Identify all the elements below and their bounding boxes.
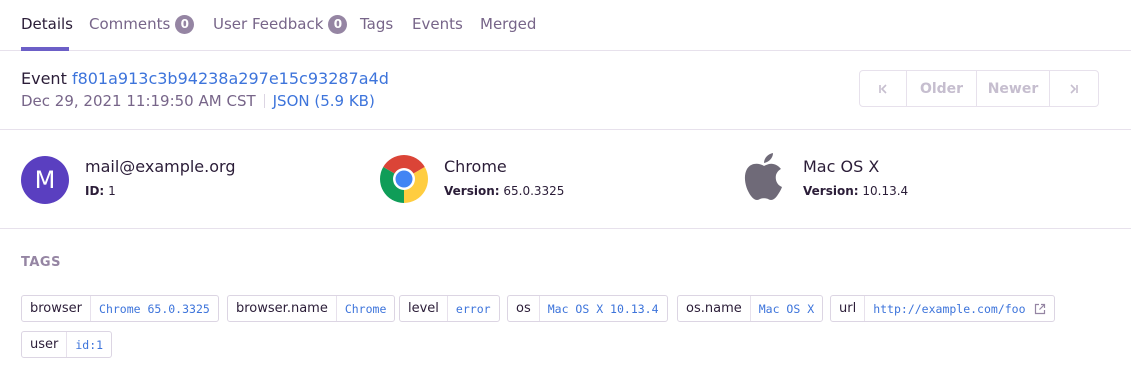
- user-id: ID: 1: [85, 184, 116, 198]
- tag-pill[interactable]: browser Chrome 65.0.3325: [21, 295, 219, 322]
- event-title: Event f801a913c3b94238a297e15c93287a4d: [21, 69, 389, 88]
- tab-label: Merged: [480, 15, 537, 33]
- tab-label: Tags: [360, 15, 394, 33]
- tag-value[interactable]: error: [446, 296, 499, 321]
- first-event-button[interactable]: [860, 71, 907, 106]
- tab-events[interactable]: Events: [412, 15, 463, 51]
- os-name: Mac OS X: [803, 157, 880, 176]
- external-link-icon-glyph: [1034, 303, 1045, 314]
- tag-key: level: [408, 301, 439, 316]
- tag-value[interactable]: Chrome 65.0.3325: [90, 296, 218, 321]
- apple-icon: [744, 153, 782, 200]
- tab-comments[interactable]: Comments 0: [89, 15, 195, 51]
- tag-key: browser: [30, 301, 83, 316]
- tag-value[interactable]: Mac OS X: [749, 296, 822, 321]
- last-page-icon: [1070, 83, 1078, 94]
- browser-name: Chrome: [444, 157, 507, 176]
- tag-pill[interactable]: user id:1: [21, 331, 113, 358]
- tab-merged[interactable]: Merged: [480, 15, 536, 51]
- section-divider: [0, 228, 1131, 229]
- tag-key: user: [30, 337, 59, 352]
- event-pager: Older Newer: [859, 70, 1099, 107]
- tags-heading: TAGS: [21, 255, 61, 270]
- user-id-label: ID:: [85, 184, 105, 198]
- os-version-value: 10.13.4: [862, 184, 909, 198]
- comments-count-badge: 0: [175, 15, 195, 34]
- event-meta: Dec 29, 2021 11:19:50 AM CST JSON (5.9 K…: [21, 92, 375, 110]
- tag-pill[interactable]: os Mac OS X 10.13.4: [507, 295, 668, 322]
- tag-pill[interactable]: url http://example.com/foo: [830, 295, 1055, 322]
- user-id-value: 1: [108, 184, 116, 198]
- tag-key: os: [516, 301, 531, 316]
- tag-value[interactable]: Chrome: [335, 296, 395, 321]
- event-id-link[interactable]: f801a913c3b94238a297e15c93287a4d: [72, 69, 389, 88]
- tag-value[interactable]: id:1: [66, 332, 111, 357]
- user-avatar: M: [21, 156, 69, 204]
- browser-version-value: 65.0.3325: [503, 184, 565, 198]
- os-version: Version: 10.13.4: [803, 184, 908, 198]
- browser-version-label: Version:: [444, 184, 500, 198]
- tab-label: Events: [412, 15, 463, 33]
- external-link-icon[interactable]: [1034, 296, 1054, 321]
- browser-version: Version: 65.0.3325: [444, 184, 564, 198]
- user-email: mail@example.org: [85, 157, 236, 176]
- tag-value[interactable]: Mac OS X 10.13.4: [538, 296, 667, 321]
- event-datetime: Dec 29, 2021 11:19:50 AM CST: [21, 92, 256, 110]
- older-button[interactable]: Older: [907, 71, 977, 106]
- meta-divider: [263, 94, 265, 108]
- section-divider: [0, 129, 1131, 130]
- user-feedback-count-badge: 0: [328, 15, 348, 34]
- tab-details[interactable]: Details: [21, 15, 73, 51]
- tab-label: User Feedback: [213, 15, 324, 33]
- newer-button[interactable]: Newer: [977, 71, 1050, 106]
- tab-tags[interactable]: Tags: [360, 15, 393, 51]
- tag-pill[interactable]: level error: [399, 295, 500, 322]
- tag-key: browser.name: [236, 301, 328, 316]
- tab-label: Details: [21, 15, 74, 33]
- tab-user-feedback[interactable]: User Feedback 0: [213, 15, 348, 51]
- last-event-button[interactable]: [1050, 71, 1098, 106]
- tab-bar: Details Comments 0 User Feedback 0 Tags …: [0, 0, 1131, 51]
- tab-label: Comments: [89, 15, 171, 33]
- chrome-icon: [380, 155, 428, 203]
- tag-pill[interactable]: os.name Mac OS X: [677, 295, 824, 322]
- event-label: Event: [21, 69, 67, 88]
- json-link[interactable]: JSON (5.9 KB): [273, 92, 375, 110]
- first-page-icon: [879, 83, 887, 94]
- os-version-label: Version:: [803, 184, 859, 198]
- tag-pill[interactable]: browser.name Chrome: [227, 295, 396, 322]
- tag-key: os.name: [686, 301, 742, 316]
- tag-value[interactable]: http://example.com/foo: [864, 296, 1033, 321]
- tag-key: url: [839, 301, 857, 316]
